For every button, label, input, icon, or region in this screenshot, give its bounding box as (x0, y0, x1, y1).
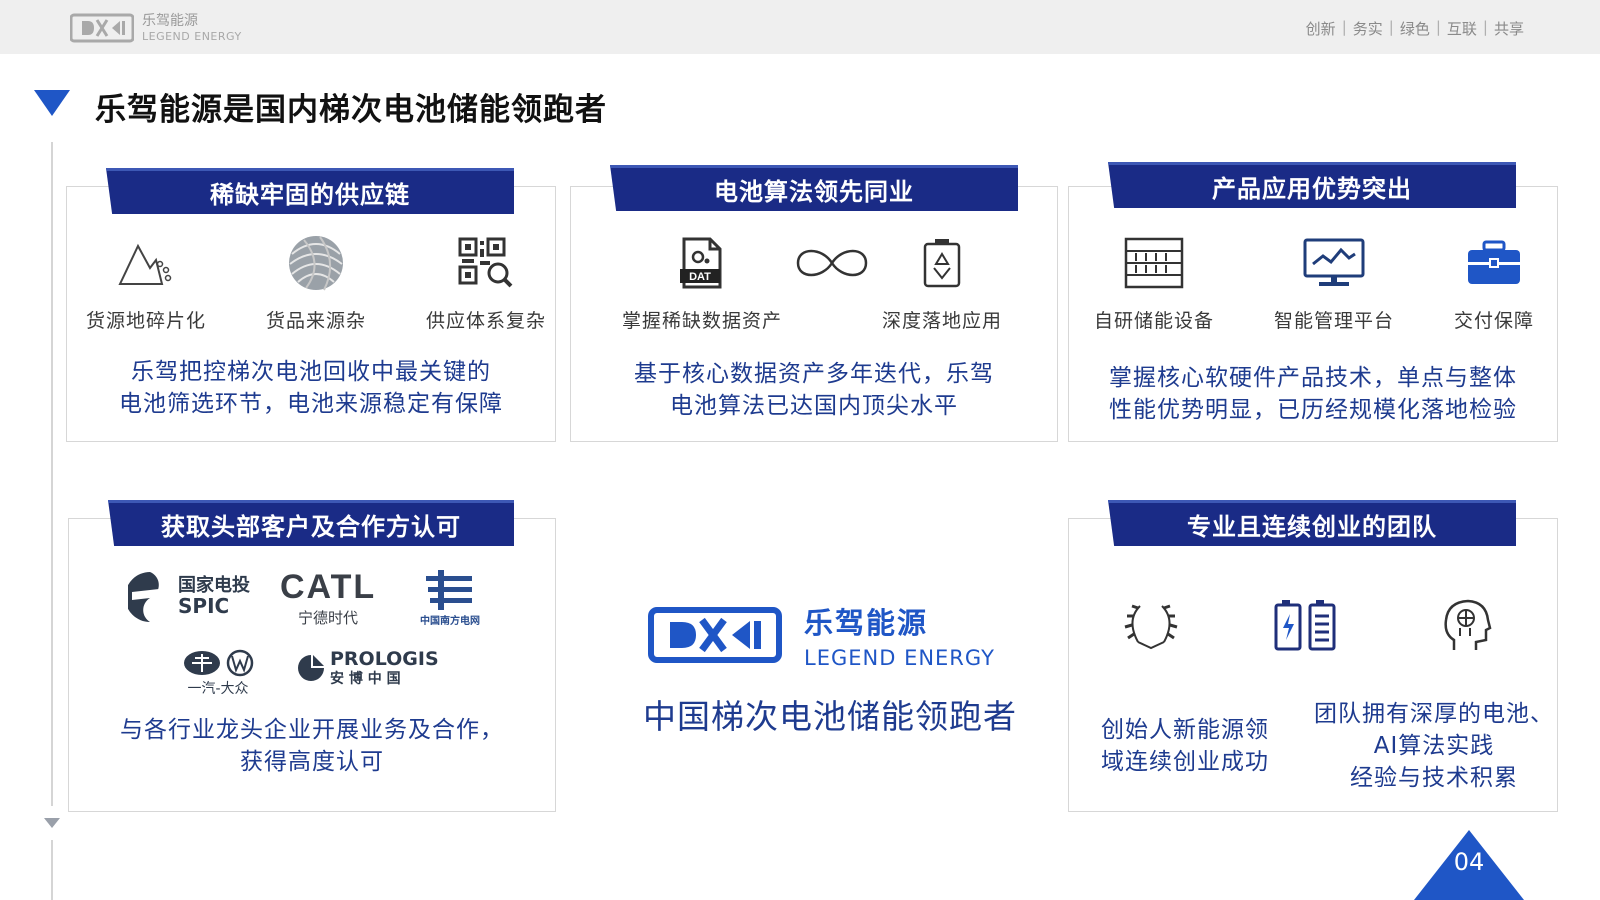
catl-logo: CATL 宁德时代 (280, 568, 376, 628)
battery-icon (1274, 600, 1336, 651)
card-banner-algorithm: 电池算法领先同业 (610, 165, 1018, 211)
card-banner-supply: 稀缺牢固的供应链 (106, 168, 514, 214)
desc-line: 经验与技术积累 (1350, 765, 1518, 791)
down-triangle-icon (44, 818, 60, 828)
ai-head-icon (1444, 599, 1492, 650)
desc-line: 性能优势明显，已历经规模化落地检验 (1109, 397, 1517, 423)
algorithm-item-infinity (792, 232, 872, 333)
desc-line: 团队拥有深厚的电池、 (1314, 701, 1554, 727)
csg-mark-icon (426, 570, 472, 610)
desc-line: 创始人新能源领 (1101, 717, 1269, 743)
supply-item-label: 货品来源杂 (265, 310, 366, 332)
supply-icon-row: 货源地碎片化 货品来源杂 供应体系复杂 (86, 232, 546, 333)
algorithm-item-label: 深度落地应用 (881, 310, 1002, 332)
dat-label: DAT (689, 271, 711, 283)
product-item-delivery: 交付保障 (1454, 232, 1534, 333)
slogan-item: 绿色 (1399, 20, 1430, 38)
divider-line (51, 142, 53, 806)
algorithm-item-label: 掌握稀缺数据资产 (621, 310, 782, 332)
qr-code-icon (458, 237, 513, 288)
catl-cn: 宁德时代 (298, 609, 359, 627)
supply-description: 乐驾把控梯次电池回收中最关键的 电池筛选环节，电池来源稳定有保障 (86, 356, 536, 420)
spic-mark-icon (128, 572, 168, 622)
card-banner-team: 专业且连续创业的团队 (1108, 500, 1516, 546)
monitor-chart-icon (1303, 238, 1365, 286)
center-logo-cn: 乐驾能源 (804, 606, 929, 640)
prologis-cn: 安 博 中 国 (330, 670, 401, 687)
supply-item-fragmented: 货源地碎片化 (86, 232, 206, 333)
header-bar: 乐驾能源 LEGEND ENERGY 创新 | 务实 | 绿色 | 互联 | 共享 (0, 0, 1600, 54)
desc-line: 与各行业龙头企业开展业务及合作， (120, 717, 504, 743)
mountain-icon (118, 243, 172, 285)
supply-item-mixed: 货品来源杂 (266, 232, 366, 333)
legend-logo-icon (70, 13, 134, 43)
center-logo-en: LEGEND ENERGY (804, 646, 995, 670)
supply-item-complex: 供应体系复杂 (426, 232, 546, 333)
logo-en-text: LEGEND ENERGY (142, 30, 242, 43)
desc-line: 获得高度认可 (240, 749, 384, 775)
legend-energy-logo-icon (648, 607, 782, 663)
desc-line: 电池算法已达国内顶尖水平 (670, 393, 958, 419)
algorithm-icon-row: DAT 掌握稀缺数据资产 深度落地应用 (612, 232, 1012, 333)
csg-logo: 中国南方电网 (420, 568, 480, 627)
supply-item-label: 货源地碎片化 (86, 310, 207, 332)
catl-en: CATL (280, 568, 377, 606)
spic-en: SPIC (178, 593, 230, 618)
card-banner-customers: 获取头部客户及合作方认可 (108, 500, 514, 546)
center-slogan: 中国梯次电池储能领跑者 (643, 697, 1017, 736)
algorithm-description: 基于核心数据资产多年迭代，乐驾 电池算法已达国内顶尖水平 (590, 358, 1038, 422)
product-description: 掌握核心软硬件产品技术，单点与整体 性能优势明显，已历经规模化落地检验 (1088, 362, 1538, 426)
product-item-platform: 智能管理平台 (1274, 232, 1394, 333)
desc-line: AI算法实践 (1373, 733, 1495, 759)
slogan-item: 务实 (1352, 20, 1383, 38)
slogan-item: 互联 (1446, 20, 1477, 38)
card-banner-product: 产品应用优势突出 (1108, 162, 1516, 208)
prologis-logo: PROLOGIS 安 博 中 国 (296, 648, 439, 688)
spic-logo: 国家电投 SPIC (128, 570, 250, 624)
desc-line: 基于核心数据资产多年迭代，乐驾 (634, 361, 994, 387)
storage-cabinet-icon (1124, 237, 1184, 289)
company-logo: 乐驾能源 LEGEND ENERGY (70, 10, 260, 46)
csg-cn: 中国南方电网 (420, 616, 480, 627)
faw-vw-logo: 一汽-大众 (182, 648, 254, 698)
dat-file-icon: DAT (680, 237, 722, 289)
faw-vw-mark-icon (184, 649, 254, 677)
page-number: 04 (1453, 848, 1485, 876)
product-item-storage: 自研储能设备 (1094, 232, 1214, 333)
logo-cn-text: 乐驾能源 (142, 13, 198, 29)
divider-line (51, 840, 53, 900)
briefcase-icon (1467, 240, 1520, 284)
faw-cn: 一汽-大众 (187, 681, 249, 697)
center-brand-logo: 乐驾能源 LEGEND ENERGY (648, 600, 1028, 670)
algorithm-item-deploy: 深度落地应用 (872, 232, 1012, 333)
product-item-label: 交付保障 (1453, 310, 1534, 332)
infinity-icon (796, 249, 868, 277)
supply-item-label: 供应体系复杂 (425, 310, 546, 332)
algorithm-item-data: DAT 掌握稀缺数据资产 (612, 232, 792, 333)
desc-line: 域连续创业成功 (1101, 749, 1269, 775)
title-triangle-icon (34, 90, 70, 116)
desc-line: 电池筛选环节，电池来源稳定有保障 (119, 391, 503, 417)
team-description-left: 创始人新能源领 域连续创业成功 (1080, 714, 1290, 778)
customers-description: 与各行业龙头企业开展业务及合作， 获得高度认可 (90, 714, 534, 778)
recycle-battery-icon (923, 239, 961, 288)
page-title: 乐驾能源是国内梯次电池储能领跑者 (95, 92, 607, 128)
slogan-item: 创新 (1305, 20, 1336, 38)
product-icon-row: 自研储能设备 智能管理平台 交付保障 (1094, 232, 1534, 333)
yarn-ball-icon (288, 236, 343, 291)
product-item-label: 自研储能设备 (1094, 310, 1215, 332)
product-item-label: 智能管理平台 (1273, 310, 1394, 332)
slogan-item: 共享 (1493, 20, 1524, 38)
header-slogan: 创新 | 务实 | 绿色 | 互联 | 共享 (1305, 18, 1524, 38)
desc-line: 掌握核心软硬件产品技术，单点与整体 (1109, 365, 1517, 391)
prologis-en: PROLOGIS (330, 648, 439, 670)
laurel-wreath-icon (1124, 604, 1178, 650)
team-description-right: 团队拥有深厚的电池、 AI算法实践 经验与技术积累 (1300, 698, 1568, 794)
prologis-mark-icon (298, 654, 324, 681)
desc-line: 乐驾把控梯次电池回收中最关键的 (131, 359, 491, 385)
